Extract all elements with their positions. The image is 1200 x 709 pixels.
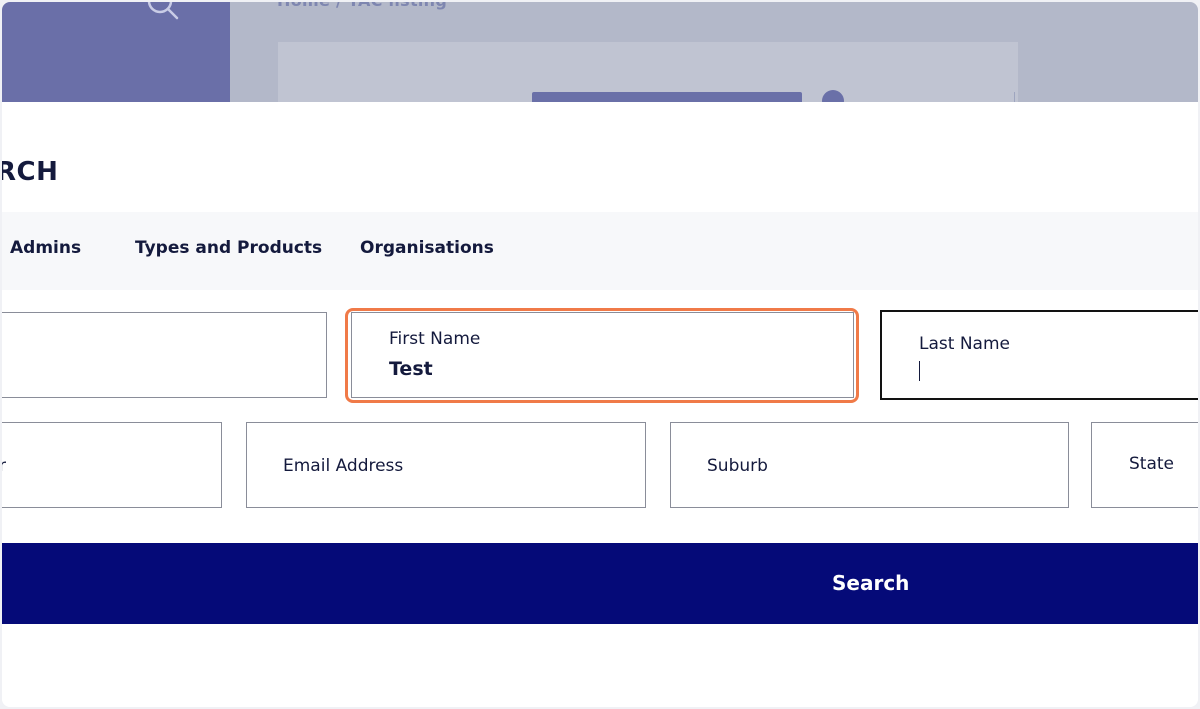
last-name-field[interactable]: Last Name [880,310,1198,400]
screenshot-frame: Home / TAC listing RCH Admins Types and … [2,2,1198,707]
breadcrumb: Home / TAC listing [277,2,447,10]
panel-title: RCH [2,157,59,187]
suburb-label: Suburb [707,456,768,476]
search-button-label: Search [832,571,910,595]
suburb-field[interactable]: Suburb [670,422,1069,508]
phone-label: r [2,456,6,476]
email-field[interactable]: Email Address [246,422,646,508]
state-field[interactable]: State [1091,422,1198,508]
search-button[interactable]: Search [2,543,1198,624]
tab-admins[interactable]: Admins [10,238,81,258]
last-name-label: Last Name [919,334,1010,354]
partial-field[interactable] [2,312,327,398]
tabs-bar: Admins Types and Products Organisations [2,212,1198,290]
tab-organisations[interactable]: Organisations [360,238,494,258]
state-label: State [1129,454,1174,474]
search-icon [147,2,179,20]
background-sidebar [2,2,230,102]
tab-types-and-products[interactable]: Types and Products [135,238,322,258]
text-cursor [919,361,920,381]
focus-highlight [345,308,859,403]
phone-field[interactable]: r [2,422,222,508]
email-label: Email Address [283,456,404,476]
bottom-strip [2,624,1198,650]
